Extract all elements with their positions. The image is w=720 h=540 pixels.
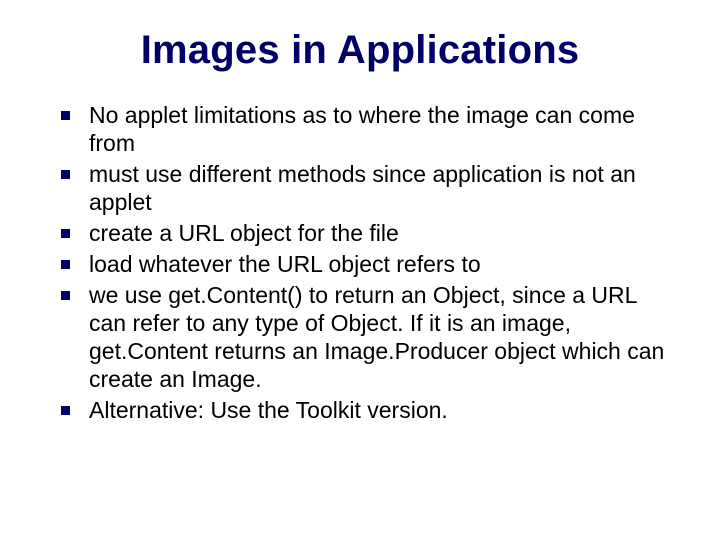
list-item: No applet limitations as to where the im…	[61, 101, 675, 157]
slide-title: Images in Applications	[45, 28, 675, 73]
list-item: Alternative: Use the Toolkit version.	[61, 396, 675, 424]
list-item: we use get.Content() to return an Object…	[61, 281, 675, 393]
list-item: create a URL object for the file	[61, 219, 675, 247]
list-item: must use different methods since applica…	[61, 160, 675, 216]
list-item: load whatever the URL object refers to	[61, 250, 675, 278]
bullet-list: No applet limitations as to where the im…	[45, 101, 675, 425]
slide: Images in Applications No applet limitat…	[0, 0, 720, 540]
